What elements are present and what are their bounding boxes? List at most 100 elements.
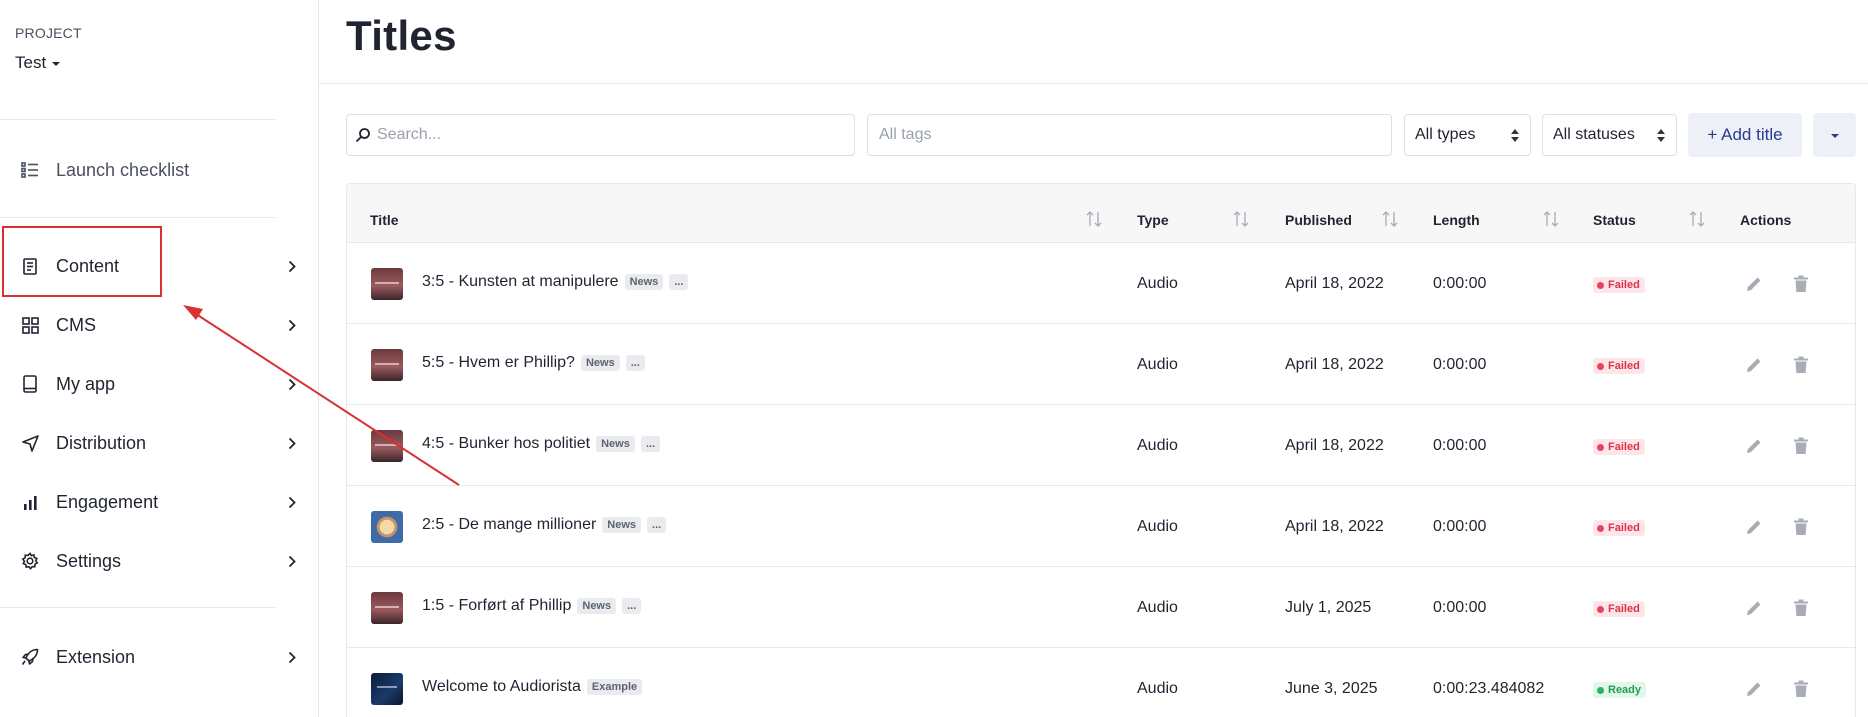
sidebar-item-label: My app bbox=[56, 373, 116, 394]
row-title[interactable]: 3:5 - Kunsten at manipulere bbox=[422, 273, 619, 291]
more-tags-badge: ... bbox=[622, 598, 642, 614]
status-text: Failed bbox=[1608, 441, 1640, 453]
table-row[interactable]: 1:5 - Forført af Phillip News ... Audio … bbox=[347, 567, 1855, 648]
sidebar-item-launch-checklist[interactable]: Launch checklist bbox=[0, 148, 305, 192]
types-select[interactable]: All types bbox=[1404, 114, 1531, 156]
tag-badge: News bbox=[596, 436, 635, 452]
sidebar-item-cms[interactable]: CMS bbox=[0, 303, 305, 347]
edit-icon[interactable] bbox=[1743, 516, 1765, 538]
row-type: Audio bbox=[1137, 599, 1178, 616]
sort-icon[interactable] bbox=[1085, 210, 1103, 228]
row-title[interactable]: 2:5 - De mange millioner bbox=[422, 516, 596, 534]
status-text: Failed bbox=[1608, 360, 1640, 372]
more-tags-badge: ... bbox=[647, 517, 667, 533]
tag-badge: News bbox=[602, 517, 642, 533]
row-published: April 18, 2022 bbox=[1285, 356, 1384, 373]
row-title[interactable]: 5:5 - Hvem er Phillip? bbox=[422, 354, 575, 372]
status-text: Failed bbox=[1608, 279, 1640, 291]
row-title[interactable]: 1:5 - Forført af Phillip bbox=[422, 597, 571, 615]
table-row[interactable]: 5:5 - Hvem er Phillip? News ... Audio Ap… bbox=[347, 324, 1855, 405]
table-row[interactable]: 2:5 - De mange millioner News ... Audio … bbox=[347, 486, 1855, 567]
status-badge: Failed bbox=[1593, 439, 1645, 455]
row-type: Audio bbox=[1137, 680, 1178, 697]
row-title[interactable]: Welcome to Audiorista bbox=[422, 678, 581, 696]
trash-icon[interactable] bbox=[1790, 273, 1812, 295]
grid-icon bbox=[20, 315, 40, 335]
trash-icon[interactable] bbox=[1790, 516, 1812, 538]
chevron-right-icon bbox=[288, 318, 298, 332]
sidebar: PROJECT Test Launch checklist Content CM… bbox=[0, 0, 319, 717]
trash-icon[interactable] bbox=[1790, 597, 1812, 619]
statuses-value: All statuses bbox=[1553, 126, 1635, 143]
row-published: June 3, 2025 bbox=[1285, 680, 1378, 697]
row-type: Audio bbox=[1137, 437, 1178, 454]
chevron-right-icon bbox=[288, 436, 298, 450]
chevron-right-icon bbox=[288, 259, 298, 273]
trash-icon[interactable] bbox=[1790, 354, 1812, 376]
edit-icon[interactable] bbox=[1743, 678, 1765, 700]
sidebar-item-label: Launch checklist bbox=[56, 159, 190, 180]
row-type: Audio bbox=[1137, 518, 1178, 535]
sidebar-item-settings[interactable]: Settings bbox=[0, 539, 305, 583]
more-tags-badge: ... bbox=[640, 436, 661, 452]
column-header-title[interactable]: Title bbox=[370, 212, 399, 228]
sidebar-item-engagement[interactable]: Engagement bbox=[0, 480, 305, 524]
sidebar-item-label: CMS bbox=[56, 314, 96, 335]
sort-icon[interactable] bbox=[1381, 210, 1399, 228]
thumbnail-image bbox=[371, 349, 403, 381]
add-title-dropdown-button[interactable] bbox=[1813, 113, 1856, 157]
sidebar-item-distribution[interactable]: Distribution bbox=[0, 421, 305, 465]
edit-icon[interactable] bbox=[1743, 597, 1765, 619]
edit-icon[interactable] bbox=[1743, 435, 1765, 457]
add-title-button[interactable]: + Add title bbox=[1688, 113, 1802, 157]
more-tags-badge: ... bbox=[669, 274, 689, 290]
row-published: April 18, 2022 bbox=[1285, 275, 1384, 292]
status-dot-icon bbox=[1597, 686, 1604, 694]
sort-icon[interactable] bbox=[1542, 210, 1560, 228]
sidebar-item-label: Settings bbox=[56, 550, 122, 571]
row-length: 0:00:00 bbox=[1433, 356, 1487, 373]
thumbnail-image bbox=[371, 430, 403, 462]
project-select[interactable]: Test bbox=[15, 53, 61, 73]
project-name: Test bbox=[15, 53, 47, 72]
row-published: April 18, 2022 bbox=[1285, 518, 1384, 535]
annotation-highlight-box bbox=[2, 226, 162, 297]
sort-icon[interactable] bbox=[1232, 210, 1250, 228]
table-row[interactable]: Welcome to Audiorista Example Audio June… bbox=[347, 648, 1855, 717]
row-type: Audio bbox=[1137, 275, 1178, 292]
titles-table: Title Type Published Length Status Actio… bbox=[346, 183, 1856, 717]
divider bbox=[0, 607, 276, 608]
column-header-length[interactable]: Length bbox=[1433, 212, 1480, 228]
thumbnail-image bbox=[371, 268, 403, 300]
statuses-select[interactable]: All statuses bbox=[1542, 114, 1677, 156]
row-title[interactable]: 4:5 - Bunker hos politiet bbox=[422, 435, 590, 453]
edit-icon[interactable] bbox=[1743, 354, 1765, 376]
tag-badge: Example bbox=[586, 679, 643, 695]
chevron-right-icon bbox=[288, 495, 298, 509]
sidebar-item-label: Engagement bbox=[56, 491, 159, 512]
status-dot-icon bbox=[1597, 281, 1604, 289]
tags-filter[interactable]: All tags bbox=[867, 114, 1392, 156]
column-header-type[interactable]: Type bbox=[1137, 212, 1169, 228]
table-row[interactable]: 4:5 - Bunker hos politiet News ... Audio… bbox=[347, 405, 1855, 486]
column-header-published[interactable]: Published bbox=[1285, 212, 1352, 228]
search-input[interactable]: Search... bbox=[346, 114, 855, 156]
status-badge: Ready bbox=[1593, 682, 1647, 698]
trash-icon[interactable] bbox=[1790, 435, 1812, 457]
table-row[interactable]: 3:5 - Kunsten at manipulere News ... Aud… bbox=[347, 243, 1855, 324]
rocket-icon bbox=[20, 647, 40, 667]
sort-icon[interactable] bbox=[1688, 210, 1706, 228]
column-header-actions: Actions bbox=[1740, 212, 1792, 228]
row-published: July 1, 2025 bbox=[1285, 599, 1372, 616]
sidebar-item-my-app[interactable]: My app bbox=[0, 362, 305, 406]
divider bbox=[319, 83, 1868, 84]
sidebar-item-label: Extension bbox=[56, 646, 136, 667]
trash-icon[interactable] bbox=[1790, 678, 1812, 700]
edit-icon[interactable] bbox=[1743, 273, 1765, 295]
thumbnail-image bbox=[371, 592, 403, 624]
sidebar-item-extension[interactable]: Extension bbox=[0, 635, 305, 679]
status-badge: Failed bbox=[1593, 520, 1645, 536]
tags-placeholder: All tags bbox=[879, 126, 932, 143]
types-value: All types bbox=[1415, 126, 1476, 143]
column-header-status[interactable]: Status bbox=[1593, 212, 1636, 228]
